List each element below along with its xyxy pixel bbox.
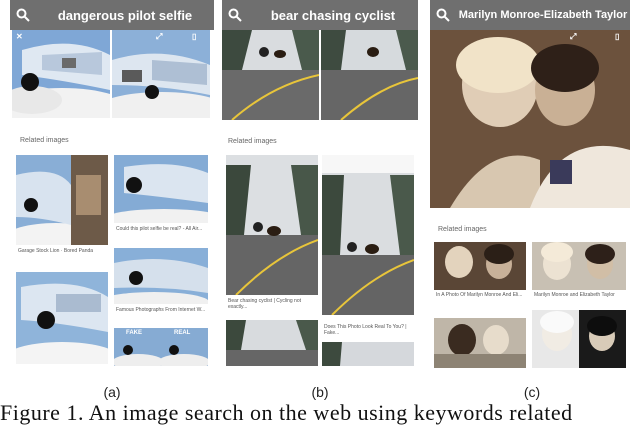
related-thumbnail[interactable] bbox=[532, 242, 626, 290]
real-label: REAL bbox=[174, 330, 191, 336]
close-icon[interactable]: ✕ bbox=[16, 32, 23, 41]
thumbnail-caption: Garage Stock Lion · Bored Panda bbox=[18, 248, 94, 254]
search-bar[interactable]: bear chasing cyclist bbox=[222, 0, 418, 30]
related-thumbnail[interactable] bbox=[114, 155, 208, 223]
result-image[interactable]: ⤢ ▯ bbox=[430, 30, 630, 208]
result-image[interactable] bbox=[321, 30, 418, 120]
result-image[interactable] bbox=[222, 30, 319, 120]
related-images-label: Related images bbox=[228, 138, 277, 145]
thumbnail-caption: In A Photo Of Marilyn Monroe And Eli... bbox=[436, 292, 523, 298]
panel-c: Marilyn Monroe-Elizabeth Taylor ⤢ ▯ Rela… bbox=[430, 0, 630, 372]
related-thumbnail[interactable] bbox=[434, 318, 526, 368]
search-query[interactable]: Marilyn Monroe-Elizabeth Taylor bbox=[456, 9, 630, 21]
result-image[interactable]: ✕ bbox=[12, 30, 110, 118]
figure-caption: Figure 1. An image search on the web usi… bbox=[0, 400, 573, 425]
search-query[interactable]: bear chasing cyclist bbox=[248, 8, 418, 23]
related-thumbnail[interactable] bbox=[532, 310, 626, 368]
related-thumbnail[interactable]: FAKE REAL bbox=[114, 328, 208, 366]
bookmark-icon[interactable]: ▯ bbox=[192, 32, 196, 41]
thumbnail-caption: Could this pilot selfie be real? - All A… bbox=[116, 226, 203, 232]
related-thumbnail[interactable] bbox=[434, 242, 526, 290]
search-query[interactable]: dangerous pilot selfie bbox=[36, 8, 214, 23]
subfigure-label-b: (b) bbox=[311, 384, 329, 400]
related-thumbnail[interactable] bbox=[322, 155, 414, 315]
search-icon[interactable] bbox=[430, 0, 456, 30]
share-icon[interactable]: ⤢ bbox=[156, 32, 162, 42]
search-bar[interactable]: dangerous pilot selfie bbox=[10, 0, 214, 30]
search-icon[interactable] bbox=[10, 0, 36, 30]
result-image[interactable]: ⤢ ▯ bbox=[112, 30, 210, 118]
subfigure-label-c: (c) bbox=[523, 384, 541, 400]
fake-label: FAKE bbox=[126, 330, 143, 336]
share-icon[interactable]: ⤢ bbox=[570, 32, 576, 42]
related-thumbnail[interactable] bbox=[16, 272, 108, 364]
thumbnail-caption: Bear chasing cyclist | Cycling not exact… bbox=[228, 298, 301, 310]
bookmark-icon[interactable]: ▯ bbox=[615, 32, 619, 41]
related-thumbnail[interactable] bbox=[322, 342, 414, 366]
subfigure-label-a: (a) bbox=[103, 384, 121, 400]
thumbnail-caption: Marilyn Monroe and Elizabeth Taylor bbox=[534, 292, 615, 298]
related-thumbnail[interactable] bbox=[226, 155, 318, 295]
panel-b: bear chasing cyclist Related images Bear… bbox=[222, 0, 418, 372]
panel-a: dangerous pilot selfie ✕ ⤢ ▯ Related ima… bbox=[10, 0, 214, 372]
related-images-label: Related images bbox=[20, 137, 69, 144]
related-thumbnail[interactable] bbox=[114, 248, 208, 304]
related-thumbnail[interactable] bbox=[226, 320, 318, 366]
thumbnail-caption: Famous Photographs From Internet W... bbox=[116, 307, 206, 313]
thumbnail-caption: Does This Photo Look Real To You? | Fake… bbox=[324, 324, 407, 336]
related-images-label: Related images bbox=[438, 226, 487, 233]
search-icon[interactable] bbox=[222, 0, 248, 30]
related-thumbnail[interactable] bbox=[16, 155, 108, 245]
search-bar[interactable]: Marilyn Monroe-Elizabeth Taylor bbox=[430, 0, 630, 30]
